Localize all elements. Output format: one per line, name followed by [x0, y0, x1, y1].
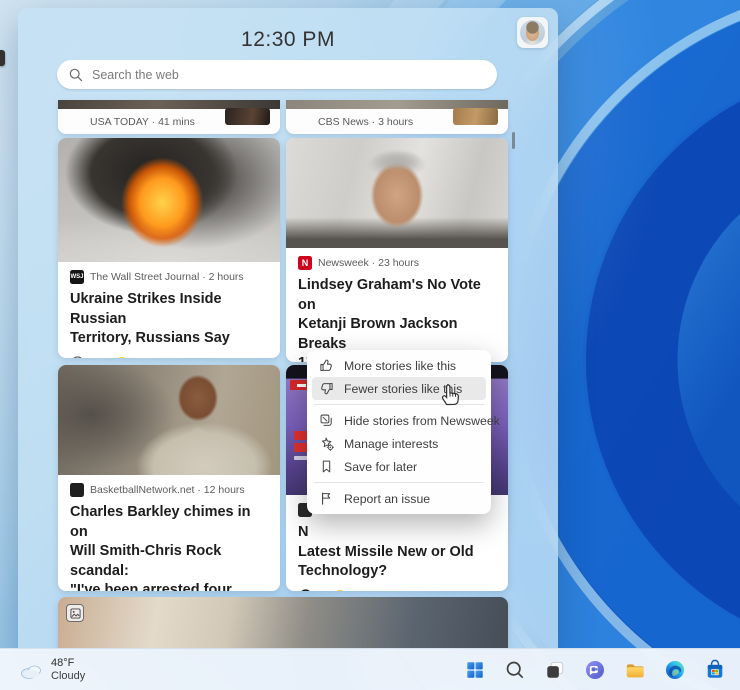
web-search-bar[interactable]	[57, 60, 497, 89]
search-input[interactable]	[92, 67, 485, 82]
taskbar-weather-widget[interactable]: 48°F Cloudy	[10, 649, 93, 690]
cloudy-icon	[21, 665, 41, 679]
search-icon	[506, 661, 523, 679]
panel-scrollbar[interactable]	[512, 132, 515, 149]
menu-item-fewer-stories[interactable]: Fewer stories like this	[312, 377, 486, 400]
taskbar-search-button[interactable]	[500, 656, 529, 685]
search-icon	[69, 68, 83, 81]
article-image-barkley	[58, 365, 280, 475]
wsj-logo: WSJ	[70, 270, 84, 284]
flag-icon	[322, 492, 331, 505]
reaction-count: 41	[362, 590, 374, 591]
weather-condition: Cloudy	[51, 670, 86, 682]
menu-item-manage-interests[interactable]: Manage interests	[312, 432, 486, 455]
task-view-icon	[546, 661, 563, 678]
article-thumbnail	[453, 108, 498, 125]
avatar	[520, 20, 545, 45]
reaction-emojis-thumb-wink-heart	[323, 589, 357, 591]
task-view-button[interactable]	[540, 656, 569, 685]
start-button[interactable]	[460, 656, 489, 685]
menu-item-save-for-later[interactable]: Save for later	[312, 455, 486, 478]
news-card-wsj[interactable]: WSJ The Wall Street Journal · 2 hours Uk…	[58, 138, 280, 358]
windows-start-icon	[466, 662, 483, 678]
article-title: Charles Barkley chimes in on Will Smith-…	[70, 504, 251, 591]
menu-item-more-stories[interactable]: More stories like this	[312, 354, 486, 377]
article-image-fire	[58, 138, 280, 262]
source-attribution: CBS News · 3 hours	[318, 115, 414, 128]
article-title: Ukraine Strikes Inside Russian Territory…	[70, 291, 230, 346]
news-card-partial[interactable]	[58, 597, 508, 648]
source-attribution: The Wall Street Journal · 2 hours	[90, 271, 244, 283]
widgets-panel: 12:30 PM USA TODAY · 41 mins CBS News · …	[18, 8, 558, 648]
manage-interests-icon	[321, 437, 334, 451]
menu-item-report-issue[interactable]: Report an issue	[312, 487, 486, 510]
desktop: 12:30 PM USA TODAY · 41 mins CBS News · …	[0, 0, 740, 690]
add-reaction-icon[interactable]	[70, 355, 87, 359]
peek-card-usa-today[interactable]: USA TODAY · 41 mins	[58, 100, 280, 134]
microsoft-store-icon	[707, 659, 722, 678]
hide-stories-icon	[320, 414, 332, 426]
edge-icon	[665, 661, 684, 679]
article-image-portrait	[286, 138, 508, 248]
reaction-emojis-thumb-heart-surprised	[95, 356, 129, 358]
taskbar-app-icons	[460, 649, 729, 690]
newsweek-logo: N	[298, 256, 312, 270]
menu-separator	[314, 482, 484, 483]
clock-label: 12:30 PM	[241, 28, 335, 51]
chat-button[interactable]	[580, 656, 609, 685]
article-thumbnail	[225, 108, 270, 125]
hidden-window-edge[interactable]	[0, 50, 5, 66]
add-reaction-icon-dark[interactable]	[298, 588, 315, 592]
microsoft-store-button[interactable]	[700, 656, 729, 685]
edge-browser-button[interactable]	[660, 656, 689, 685]
photo-gallery-icon	[66, 604, 84, 622]
card-context-menu: More stories like this Fewer stories lik…	[307, 350, 500, 514]
reaction-count: 735	[134, 357, 152, 358]
article-title: N Latest Missile New or Old Technology?	[298, 524, 474, 579]
menu-separator	[314, 404, 484, 405]
taskbar: 48°F Cloudy	[0, 648, 740, 690]
thumbs-down-icon	[321, 383, 333, 395]
file-explorer-button[interactable]	[620, 656, 649, 685]
source-attribution: BasketballNetwork.net · 12 hours	[90, 484, 245, 496]
teams-chat-icon	[585, 661, 604, 679]
basketballnetwork-logo	[70, 483, 84, 497]
user-avatar-button[interactable]	[517, 17, 548, 48]
news-card-newsweek[interactable]: N Newsweek · 23 hours Lindsey Graham's N…	[286, 138, 508, 362]
thumbs-up-icon	[320, 359, 332, 371]
source-attribution: USA TODAY · 41 mins	[90, 115, 195, 128]
peek-card-cbs-news[interactable]: CBS News · 3 hours	[286, 100, 508, 134]
weather-temperature: 48°F	[51, 657, 75, 669]
bookmark-icon	[322, 460, 331, 473]
news-card-basketballnetwork[interactable]: BasketballNetwork.net · 12 hours Charles…	[58, 365, 280, 591]
file-explorer-icon	[626, 664, 644, 678]
source-attribution: Newsweek · 23 hours	[318, 257, 419, 269]
menu-item-hide-stories[interactable]: Hide stories from Newsweek	[312, 409, 500, 432]
